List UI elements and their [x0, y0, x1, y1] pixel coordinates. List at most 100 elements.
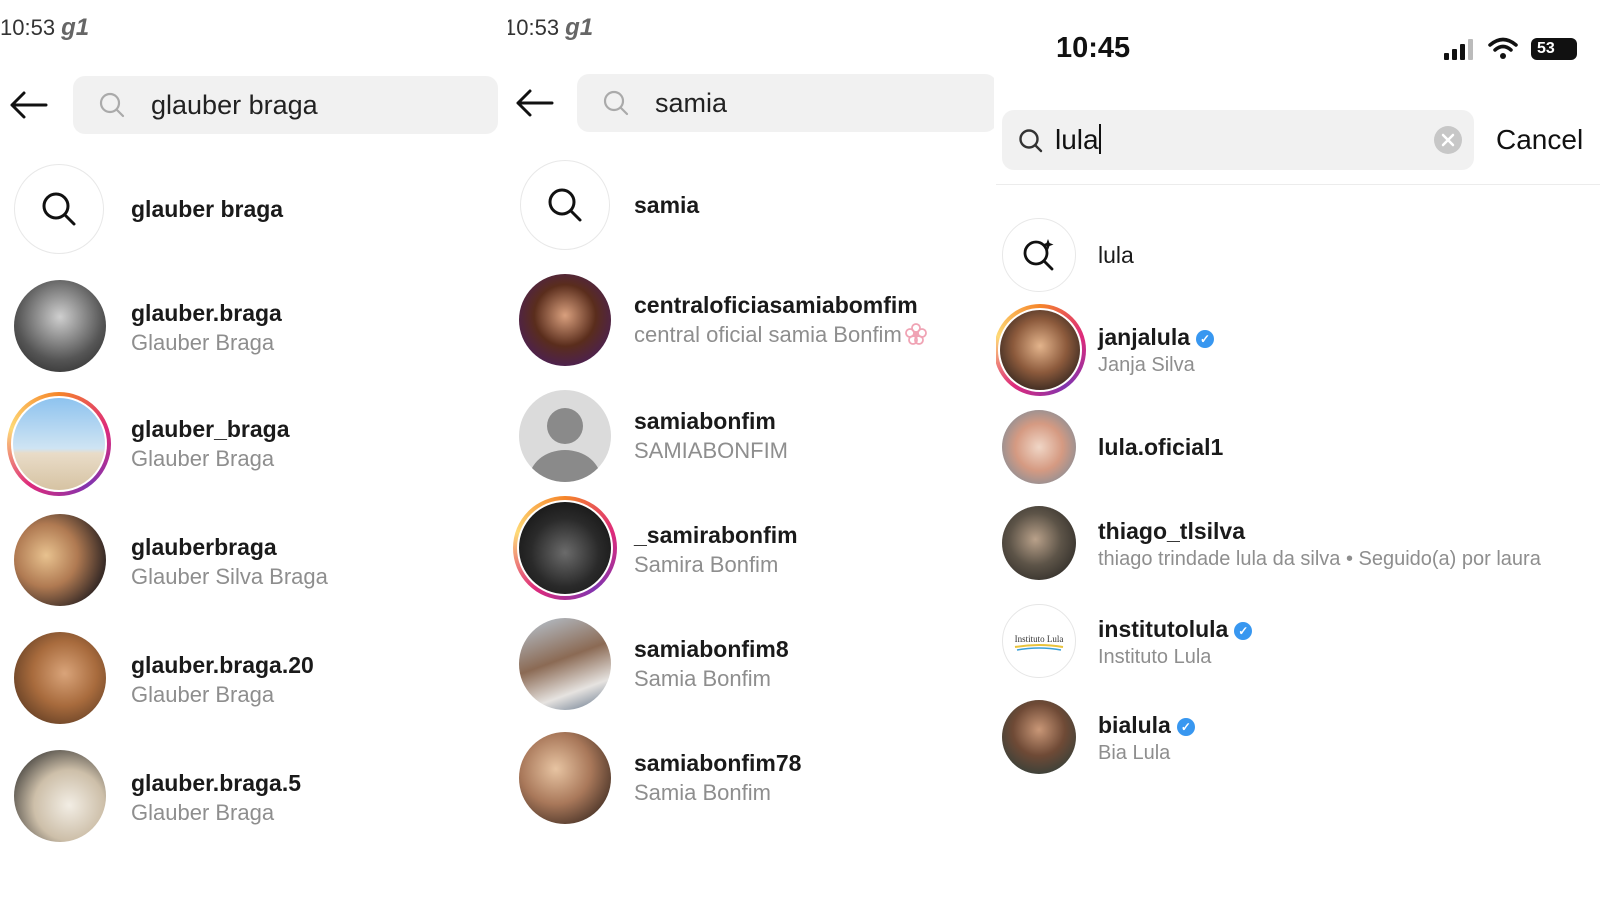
result-row[interactable]: glauber.braga Glauber Braga	[0, 278, 498, 378]
full-name: Samira Bonfim	[634, 552, 779, 577]
avatar	[13, 398, 105, 490]
avatar	[1002, 700, 1076, 774]
carrier-logo: g1	[61, 14, 90, 41]
full-name: Glauber Silva Braga	[131, 564, 328, 589]
divider	[996, 184, 1600, 185]
story-ring	[513, 496, 617, 600]
search-suggestion-icon-circle	[1002, 218, 1076, 292]
username: glauberbraga	[131, 534, 277, 560]
search-icon	[548, 188, 582, 222]
username: glauber_braga	[131, 416, 290, 442]
search-suggestion-label: lula	[1098, 242, 1134, 268]
username: samiabonfim	[634, 408, 776, 434]
search-input[interactable]: samia	[577, 74, 994, 132]
story-ring	[7, 392, 111, 496]
username: thiago_tlsilva	[1098, 518, 1245, 544]
avatar	[519, 618, 611, 710]
result-row[interactable]: samiabonfim SAMIABONFIM	[508, 388, 994, 488]
result-row[interactable]: glauberbraga Glauber Silva Braga	[0, 512, 498, 612]
full-name: thiago trindade lula da silva • Seguido(…	[1098, 548, 1541, 570]
username: _samirabonfim	[634, 522, 798, 548]
search-suggestion-icon-circle	[14, 164, 104, 254]
full-name: SAMIABONFIM	[634, 438, 789, 463]
avatar	[1000, 310, 1080, 390]
default-avatar-icon	[519, 390, 611, 482]
clear-search-icon[interactable]	[1434, 126, 1462, 154]
result-row[interactable]: thiago_tlsilva thiago trindade lula da s…	[996, 504, 1600, 604]
cancel-button[interactable]: Cancel	[1496, 124, 1583, 156]
flower-emoji-icon	[904, 323, 927, 345]
avatar: Instituto Lula	[1002, 604, 1076, 678]
search-input-value: glauber braga	[151, 90, 318, 120]
verified-badge-icon: ✓	[1234, 622, 1253, 640]
status-bar-time: 10:45	[1056, 32, 1131, 64]
avatar	[519, 732, 611, 824]
back-arrow-icon[interactable]	[514, 88, 554, 118]
verified-badge-icon: ✓	[1196, 330, 1215, 348]
avatar	[1002, 410, 1076, 484]
username: lula.oficial1	[1098, 434, 1224, 460]
search-suggestion-label: glauber braga	[131, 196, 284, 222]
avatar	[519, 274, 611, 366]
signal-icon	[1444, 39, 1473, 60]
full-name: Samia Bonfim	[634, 780, 771, 805]
carrier-logo: g1	[565, 14, 594, 41]
avatar	[1002, 506, 1076, 580]
battery-icon: 53	[1531, 38, 1577, 60]
search-suggestion-row[interactable]: lula	[996, 216, 1600, 316]
search-suggestion-icon-circle	[520, 160, 610, 250]
username: janjalula ✓	[1098, 324, 1215, 351]
full-name: Glauber Braga	[131, 330, 275, 355]
full-name: central oficial samia Bonfim	[634, 322, 928, 348]
avatar	[519, 502, 611, 594]
story-ring	[996, 304, 1086, 396]
search-icon	[1019, 129, 1043, 153]
status-bar-time: 10:53 g1	[508, 14, 594, 41]
result-row[interactable]: Instituto Lula institutolula ✓ Instituto …	[996, 602, 1600, 702]
result-row[interactable]: glauber_braga Glauber Braga	[0, 392, 498, 496]
search-icon	[99, 92, 125, 118]
search-icon	[603, 90, 629, 116]
result-row[interactable]: centraloficiasamiabomfim central oficial…	[508, 272, 994, 372]
avatar	[14, 750, 106, 842]
ai-search-icon	[1023, 239, 1054, 271]
username: bialula ✓	[1098, 712, 1195, 739]
back-arrow-icon[interactable]	[8, 90, 48, 120]
result-row[interactable]: _samirabonfim Samira Bonfim	[508, 496, 994, 600]
username: glauber.braga.5	[131, 770, 302, 796]
search-input[interactable]: glauber braga	[73, 76, 498, 134]
result-row[interactable]: samiabonfim78 Samia Bonfim	[508, 730, 994, 830]
search-panel-glauber: 10:53 g1 glauber braga glauber braga glau…	[0, 0, 498, 900]
search-panel-samia: 10:53 g1 samia samia centraloficiasamiabo…	[508, 0, 994, 900]
avatar	[14, 514, 106, 606]
search-input-value: lula	[1055, 124, 1101, 155]
result-row[interactable]: samiabonfim8 Samia Bonfim	[508, 616, 994, 716]
text-cursor	[1098, 124, 1101, 154]
search-panel-lula: 10:45 53 lula Cancel lula janjalula ✓ Ja…	[996, 0, 1600, 900]
full-name: Glauber Braga	[131, 682, 275, 707]
result-row[interactable]: glauber.braga.5 Glauber Braga	[0, 748, 498, 848]
search-input[interactable]: lula	[1002, 110, 1474, 170]
wifi-icon	[1488, 37, 1518, 59]
avatar	[14, 280, 106, 372]
svg-text:Instituto Lula: Instituto Lula	[1015, 634, 1064, 644]
full-name: Samia Bonfim	[634, 666, 771, 691]
username: centraloficiasamiabomfim	[634, 292, 918, 318]
search-suggestion-row[interactable]: glauber braga	[0, 160, 498, 260]
full-name: Instituto Lula	[1098, 646, 1212, 668]
search-suggestion-label: samia	[634, 192, 700, 218]
verified-badge-icon: ✓	[1176, 718, 1195, 736]
result-row[interactable]: glauber.braga.20 Glauber Braga	[0, 630, 498, 730]
search-input-value: samia	[655, 88, 728, 118]
result-row[interactable]: lula.oficial1	[996, 408, 1600, 508]
search-icon	[42, 192, 76, 226]
search-suggestion-row[interactable]: samia	[508, 156, 994, 256]
result-row[interactable]: bialula ✓ Bia Lula	[996, 698, 1600, 798]
full-name: Glauber Braga	[131, 446, 275, 471]
full-name: Glauber Braga	[131, 800, 275, 825]
username: glauber.braga.20	[131, 652, 314, 678]
username: institutolula ✓	[1098, 616, 1253, 643]
avatar	[14, 632, 106, 724]
username: samiabonfim8	[634, 636, 789, 662]
result-row[interactable]: janjalula ✓ Janja Silva	[996, 304, 1600, 404]
